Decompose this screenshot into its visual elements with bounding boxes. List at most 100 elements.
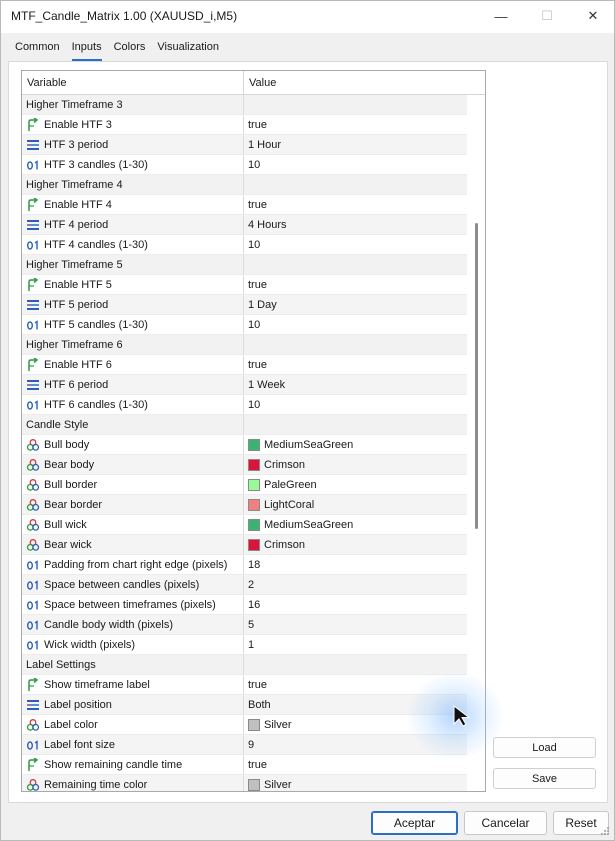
color-swatch[interactable] [248, 498, 260, 511]
integer-icon [26, 238, 40, 252]
param-row-candle-body-width-pixels[interactable]: Candle body width (pixels) 5 [22, 615, 467, 635]
value-text: 5 [248, 618, 255, 631]
value-cell[interactable]: true [244, 115, 467, 134]
group-row-higher-timeframe-6[interactable]: Higher Timeframe 6 [22, 335, 467, 355]
param-row-enable-htf-5[interactable]: Enable HTF 5 true [22, 275, 467, 295]
param-row-htf-3-candles-1-30[interactable]: HTF 3 candles (1-30) 10 [22, 155, 467, 175]
value-cell[interactable]: MediumSeaGreen [244, 515, 467, 534]
ok-button[interactable]: Aceptar [371, 811, 458, 835]
variable-label: Enable HTF 4 [44, 198, 112, 211]
variable-label: Enable HTF 3 [44, 118, 112, 131]
group-row-higher-timeframe-3[interactable]: Higher Timeframe 3 [22, 95, 467, 115]
column-header-value[interactable]: Value [244, 71, 466, 95]
variable-cell: Bear border [22, 495, 244, 514]
value-cell[interactable]: PaleGreen [244, 475, 467, 494]
resize-grip-icon[interactable] [600, 826, 610, 836]
variable-cell: Show remaining candle time [22, 755, 244, 774]
param-row-htf-4-period[interactable]: HTF 4 period 4 Hours [22, 215, 467, 235]
value-cell[interactable]: true [244, 755, 467, 774]
param-row-htf-6-period[interactable]: HTF 6 period 1 Week [22, 375, 467, 395]
enum-list-icon [26, 138, 40, 152]
param-row-label-color[interactable]: Label color Silver [22, 715, 467, 735]
color-swatch[interactable] [248, 458, 260, 471]
color-palette-icon [26, 458, 40, 472]
color-swatch[interactable] [248, 718, 260, 731]
variable-label: Higher Timeframe 4 [26, 178, 123, 191]
tab-visualization[interactable]: Visualization [151, 39, 225, 61]
param-row-bear-wick[interactable]: Bear wick Crimson [22, 535, 467, 555]
param-row-bull-wick[interactable]: Bull wick MediumSeaGreen [22, 515, 467, 535]
value-cell[interactable]: 1 Hour [244, 135, 467, 154]
param-row-htf-4-candles-1-30[interactable]: HTF 4 candles (1-30) 10 [22, 235, 467, 255]
param-row-remaining-time-color[interactable]: Remaining time color Silver [22, 775, 467, 791]
param-row-enable-htf-4[interactable]: Enable HTF 4 true [22, 195, 467, 215]
maximize-button[interactable]: ☐ [524, 1, 570, 31]
group-row-label-settings[interactable]: Label Settings [22, 655, 467, 675]
param-row-padding-from-chart-right-edge-pixels[interactable]: Padding from chart right edge (pixels) 18 [22, 555, 467, 575]
param-row-enable-htf-6[interactable]: Enable HTF 6 true [22, 355, 467, 375]
close-button[interactable]: ✕ [570, 1, 615, 31]
param-row-htf-5-period[interactable]: HTF 5 period 1 Day [22, 295, 467, 315]
variable-label: Enable HTF 6 [44, 358, 112, 371]
param-row-space-between-candles-pixels[interactable]: Space between candles (pixels) 2 [22, 575, 467, 595]
param-row-label-font-size[interactable]: Label font size 9 [22, 735, 467, 755]
value-cell[interactable]: Crimson [244, 535, 467, 554]
value-cell[interactable]: 5 [244, 615, 467, 634]
value-cell[interactable]: 10 [244, 155, 467, 174]
param-row-bull-border[interactable]: Bull border PaleGreen [22, 475, 467, 495]
load-button[interactable]: Load [493, 737, 596, 758]
value-cell[interactable]: 10 [244, 235, 467, 254]
value-cell[interactable]: LightCoral [244, 495, 467, 514]
column-header-variable[interactable]: Variable [22, 71, 244, 95]
cancel-button[interactable]: Cancelar [464, 811, 547, 835]
value-cell[interactable]: 1 Day [244, 295, 467, 314]
minimize-button[interactable]: — [478, 1, 524, 31]
value-cell[interactable]: 10 [244, 395, 467, 414]
tab-inputs[interactable]: Inputs [66, 39, 108, 61]
value-cell[interactable]: 10 [244, 315, 467, 334]
param-row-bull-body[interactable]: Bull body MediumSeaGreen [22, 435, 467, 455]
param-row-bear-body[interactable]: Bear body Crimson [22, 455, 467, 475]
param-row-wick-width-pixels[interactable]: Wick width (pixels) 1 [22, 635, 467, 655]
color-swatch[interactable] [248, 778, 260, 791]
param-row-htf-3-period[interactable]: HTF 3 period 1 Hour [22, 135, 467, 155]
group-row-higher-timeframe-5[interactable]: Higher Timeframe 5 [22, 255, 467, 275]
variable-label: Candle body width (pixels) [44, 618, 174, 631]
value-cell[interactable]: true [244, 275, 467, 294]
value-cell[interactable]: Crimson [244, 455, 467, 474]
variable-cell: HTF 3 period [22, 135, 244, 154]
variable-label: HTF 5 candles (1-30) [44, 318, 148, 331]
value-cell [244, 415, 467, 434]
param-row-show-timeframe-label[interactable]: Show timeframe label true [22, 675, 467, 695]
group-row-candle-style[interactable]: Candle Style [22, 415, 467, 435]
value-text: 1 Hour [248, 138, 282, 151]
tab-colors[interactable]: Colors [108, 39, 152, 61]
scrollbar-thumb[interactable] [475, 223, 478, 529]
color-swatch[interactable] [248, 538, 260, 551]
value-cell[interactable]: 18 [244, 555, 467, 574]
param-row-show-remaining-candle-time[interactable]: Show remaining candle time true [22, 755, 467, 775]
value-cell[interactable]: 16 [244, 595, 467, 614]
param-row-bear-border[interactable]: Bear border LightCoral [22, 495, 467, 515]
value-cell[interactable]: 4 Hours [244, 215, 467, 234]
param-row-htf-6-candles-1-30[interactable]: HTF 6 candles (1-30) 10 [22, 395, 467, 415]
value-cell[interactable]: true [244, 195, 467, 214]
param-row-enable-htf-3[interactable]: Enable HTF 3 true [22, 115, 467, 135]
color-swatch[interactable] [248, 438, 260, 451]
value-cell[interactable]: Silver [244, 775, 467, 791]
param-row-label-position[interactable]: Label position Both [22, 695, 467, 715]
value-cell[interactable]: true [244, 355, 467, 374]
value-cell[interactable]: 1 Week [244, 375, 467, 394]
value-cell[interactable]: 1 [244, 635, 467, 654]
value-cell[interactable]: MediumSeaGreen [244, 435, 467, 454]
value-text: 2 [248, 578, 255, 591]
group-row-higher-timeframe-4[interactable]: Higher Timeframe 4 [22, 175, 467, 195]
variable-label: Padding from chart right edge (pixels) [44, 558, 228, 571]
param-row-htf-5-candles-1-30[interactable]: HTF 5 candles (1-30) 10 [22, 315, 467, 335]
color-swatch[interactable] [248, 478, 260, 491]
save-button[interactable]: Save [493, 768, 596, 789]
tab-common[interactable]: Common [9, 39, 66, 61]
value-cell[interactable]: 2 [244, 575, 467, 594]
param-row-space-between-timeframes-pixels[interactable]: Space between timeframes (pixels) 16 [22, 595, 467, 615]
color-swatch[interactable] [248, 518, 260, 531]
